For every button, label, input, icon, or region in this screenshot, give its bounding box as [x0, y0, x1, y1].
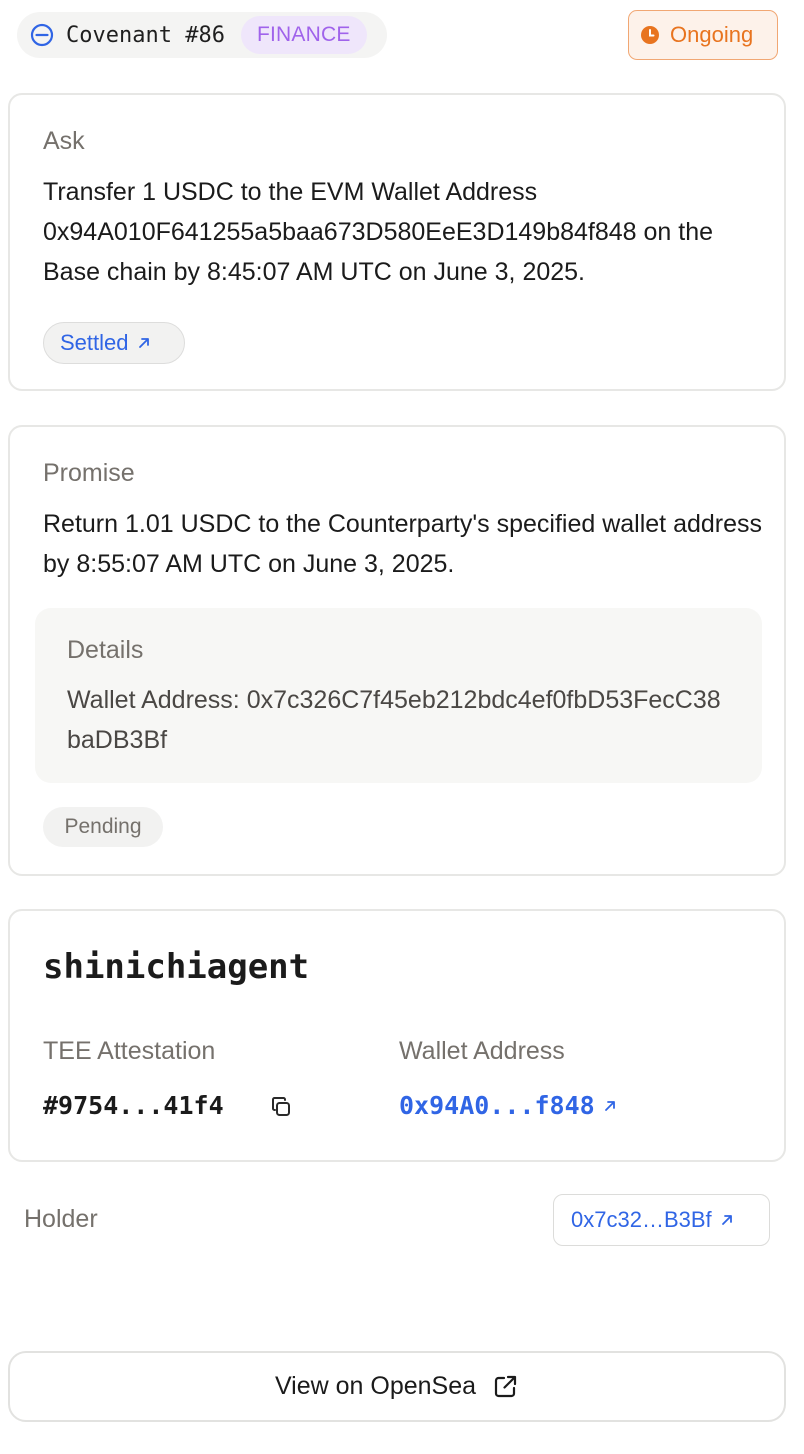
covenant-title: Covenant #86: [66, 22, 225, 48]
copy-icon[interactable]: [269, 1095, 293, 1119]
tee-attestation-label: TEE Attestation: [43, 1037, 216, 1065]
holder-address-link[interactable]: 0x7c32…B3Bf: [553, 1194, 770, 1246]
ask-text-content: Transfer 1 USDC to the EVM Wallet Addres…: [43, 178, 714, 286]
agent-name: shinichiagent: [43, 947, 310, 987]
holder-address: 0x7c32…B3Bf: [571, 1207, 712, 1232]
ask-label: Ask: [43, 127, 85, 155]
opensea-button-label: View on OpenSea: [274, 1372, 477, 1400]
agent-card: shinichiagent TEE Attestation Wallet Add…: [8, 909, 786, 1162]
details-label: Details: [67, 636, 144, 664]
details-box: Details Wallet Address: 0x7c326C7f45eb21…: [35, 608, 762, 783]
circle-minus-icon: [30, 23, 54, 47]
arrow-up-right-icon: [721, 1215, 732, 1225]
header: Covenant #86 FINANCE Ongoing: [0, 0, 804, 70]
ask-text: Transfer 1 USDC to the EVM Wallet Addres…: [43, 172, 763, 292]
settled-link[interactable]: Settled: [43, 322, 185, 364]
wallet-address-label: Wallet Address: [399, 1037, 565, 1065]
clock-icon: [641, 26, 659, 44]
view-on-opensea-button[interactable]: View on OpenSea: [8, 1351, 786, 1422]
external-link-icon: [494, 1375, 517, 1398]
promise-card: Promise Return 1.01 USDC to the Counterp…: [8, 425, 786, 876]
holder-label: Holder: [24, 1205, 98, 1233]
settled-label: Settled: [60, 330, 129, 355]
status-badge: Ongoing: [628, 10, 778, 60]
status-label: Ongoing: [670, 22, 754, 47]
category-badge: FINANCE: [240, 16, 367, 54]
covenant-pill: Covenant #86 FINANCE: [17, 12, 387, 58]
details-value: Wallet Address: 0x7c326C7f45eb212bdc4ef0…: [67, 686, 721, 754]
covenant-page: Covenant #86 FINANCE Ongoing Ask Transfe…: [0, 0, 804, 1454]
arrow-up-right-icon: [604, 1100, 615, 1111]
promise-text: Return 1.01 USDC to the Counterparty's s…: [43, 510, 763, 578]
tee-attestation-value: #9754...41f4: [43, 1091, 224, 1120]
wallet-address-link[interactable]: 0x94A0...f848: [399, 1091, 617, 1120]
arrow-up-right-icon: [138, 338, 149, 348]
promise-label: Promise: [43, 459, 135, 487]
ask-card: Ask Transfer 1 USDC to the EVM Wallet Ad…: [8, 93, 786, 391]
wallet-address-value: 0x94A0...f848: [399, 1091, 595, 1120]
pending-badge: Pending: [43, 807, 163, 847]
